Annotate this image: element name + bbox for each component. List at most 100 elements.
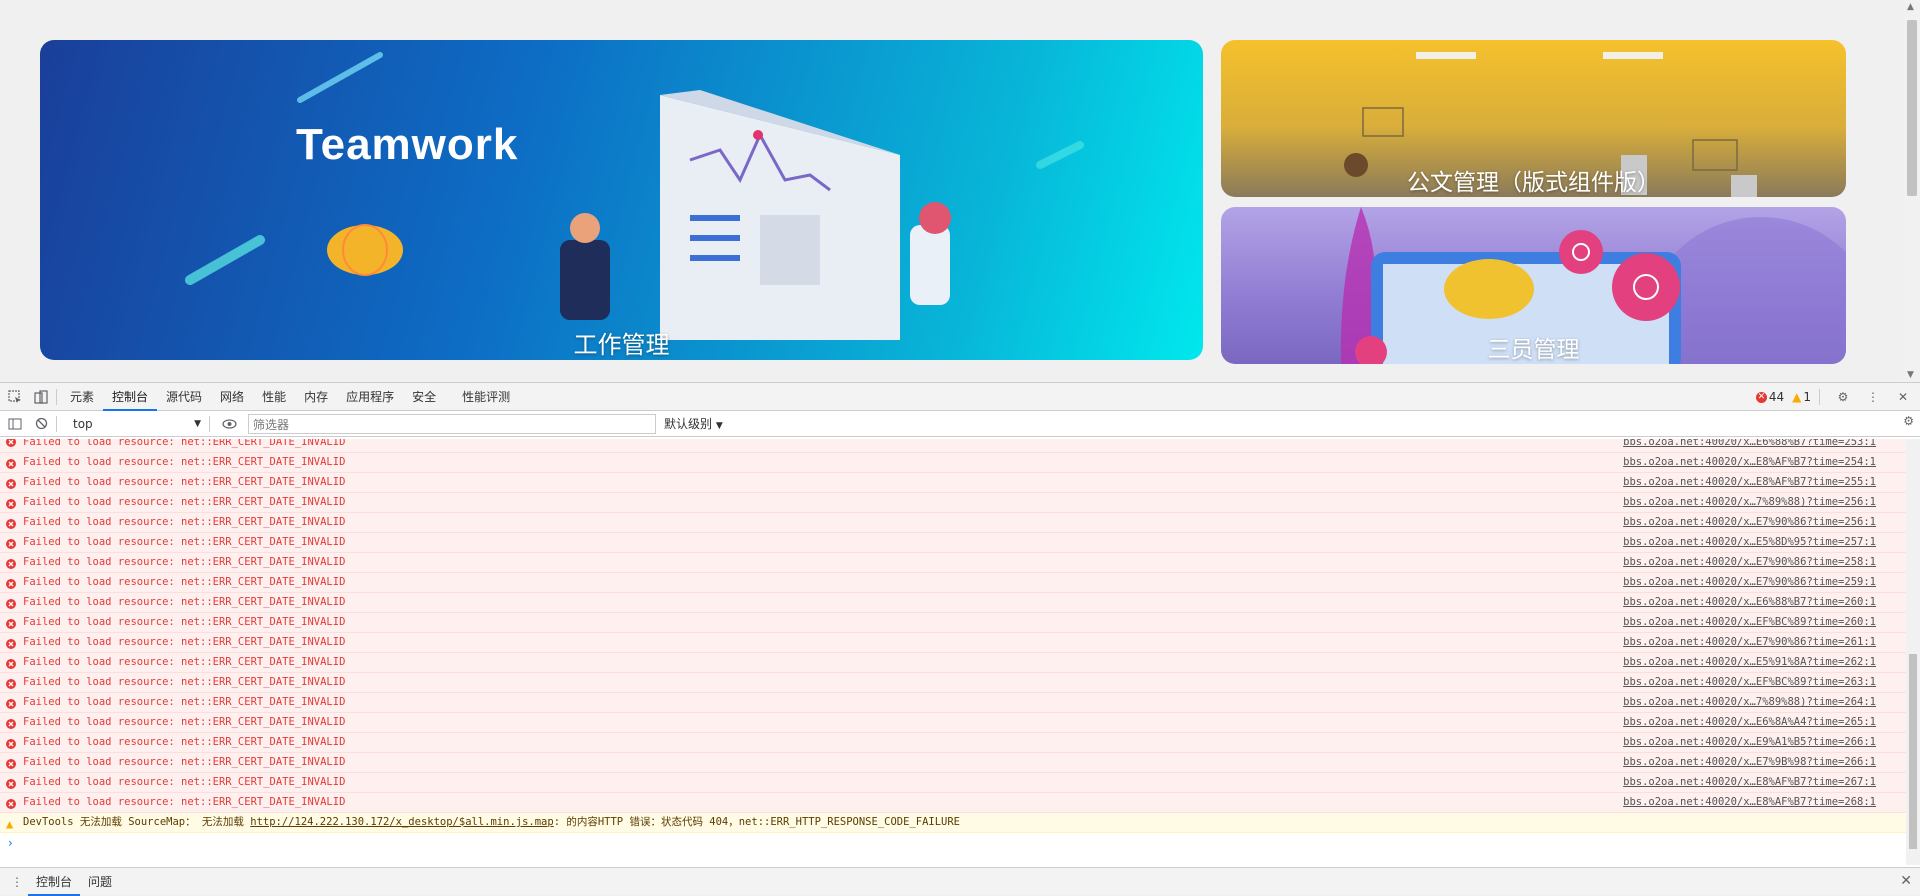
warning-icon: ▲ [1792, 390, 1802, 404]
toolbar-separator-2 [209, 415, 210, 432]
console-scrollbar-thumb[interactable] [1909, 654, 1917, 849]
right-separator [1819, 389, 1820, 405]
source-link[interactable]: bbs.o2oa.net:40020/x…E8%AF%B7?time=268:1 [1623, 793, 1876, 812]
console-scrollbar[interactable] [1906, 439, 1920, 865]
source-link[interactable]: bbs.o2oa.net:40020/x…E7%90%86?time=258:1 [1623, 553, 1876, 572]
tab-memory[interactable]: 内存 [295, 383, 337, 411]
warning-count: 1 [1803, 390, 1811, 404]
inspect-element-icon[interactable] [4, 386, 26, 408]
filter-input[interactable]: 筛选器 [248, 413, 656, 434]
console-error-row: Failed to load resource: net::ERR_CERT_D… [0, 753, 1906, 773]
devtools-panel: 元素 控制台 源代码 网络 性能 内存 应用程序 安全 性能评测 ✕ 44 ▲ … [0, 382, 1920, 896]
drawer-tab-issues[interactable]: 问题 [80, 868, 120, 896]
clear-console-icon[interactable] [30, 413, 52, 435]
source-link[interactable]: bbs.o2oa.net:40020/x…7%89%88)?time=264:1 [1623, 693, 1876, 712]
console-error-row: Failed to load resource: net::ERR_CERT_D… [0, 613, 1906, 633]
live-expression-eye-icon[interactable] [218, 413, 240, 435]
page-scrollbar-thumb[interactable] [1907, 20, 1917, 196]
source-link[interactable]: bbs.o2oa.net:40020/x…7%89%88)?time=256:1 [1623, 493, 1876, 512]
error-message-text: Failed to load resource: net::ERR_CERT_D… [23, 736, 346, 748]
error-message-text: Failed to load resource: net::ERR_CERT_D… [23, 776, 346, 788]
page-viewport: Teamwork 工作管理 公文管理（版式组件版） 三员管理 ▲ ▼ [0, 0, 1920, 382]
source-link[interactable]: bbs.o2oa.net:40020/x…E6%88%B7?time=260:1 [1623, 593, 1876, 612]
console-error-row: Failed to load resource: net::ERR_CERT_D… [0, 553, 1906, 573]
source-link[interactable]: bbs.o2oa.net:40020/x…E7%90%86?time=256:1 [1623, 513, 1876, 532]
warning-suffix: : 的内容HTTP 错误：状态代码 404，net::ERR_HTTP_RESP… [553, 816, 960, 828]
tab-elements[interactable]: 元素 [61, 383, 103, 411]
context-selector[interactable]: top ▼ [69, 414, 205, 434]
source-link[interactable]: bbs.o2oa.net:40020/x…E8%AF%B7?time=267:1 [1623, 773, 1876, 792]
warning-triangle-icon: ▲ [6, 817, 14, 831]
source-link[interactable]: bbs.o2oa.net:40020/x…EF%BC%89?time=260:1 [1623, 613, 1876, 632]
tab-performance[interactable]: 性能 [253, 383, 295, 411]
source-link[interactable]: bbs.o2oa.net:40020/x…EF%BC%89?time=263:1 [1623, 673, 1876, 692]
error-message-text: Failed to load resource: net::ERR_CERT_D… [23, 496, 346, 508]
error-message-text: Failed to load resource: net::ERR_CERT_D… [23, 456, 346, 468]
context-value: top [73, 416, 93, 431]
console-settings-gear-icon[interactable]: ⚙ [1903, 414, 1914, 428]
source-link[interactable]: bbs.o2oa.net:40020/x…E5%8D%95?time=257:1 [1623, 533, 1876, 552]
settings-gear-icon[interactable]: ⚙ [1832, 386, 1854, 408]
error-count-badge[interactable]: ✕ 44 [1755, 390, 1785, 404]
source-link[interactable]: bbs.o2oa.net:40020/x…E7%90%86?time=259:1 [1623, 573, 1876, 592]
error-count: 44 [1768, 390, 1785, 404]
tab-lighthouse[interactable]: 性能评测 [453, 383, 519, 411]
device-toolbar-icon[interactable] [30, 386, 52, 408]
error-message-text: Failed to load resource: net::ERR_CERT_D… [23, 656, 346, 668]
sourcemap-link[interactable]: http://124.222.130.172/x_desktop/$all.mi… [250, 816, 553, 828]
banner-work-management[interactable]: Teamwork 工作管理 [40, 40, 1203, 360]
console-error-row: Failed to load resource: net::ERR_CERT_D… [0, 533, 1906, 553]
banner-three-admin-management[interactable]: 三员管理 [1221, 207, 1846, 364]
console-error-row: Failed to load resource: net::ERR_CERT_D… [0, 573, 1906, 593]
error-message-text: Failed to load resource: net::ERR_CERT_D… [23, 616, 346, 628]
drawer-menu-icon[interactable]: ⋮ [6, 871, 28, 893]
warning-count-badge[interactable]: ▲ 1 [1792, 390, 1811, 404]
console-error-row: Failed to load resource: net::ERR_CERT_D… [0, 493, 1906, 513]
console-error-row: Failed to load resource: net::ERR_CERT_D… [0, 673, 1906, 693]
console-prompt[interactable]: › [0, 833, 1906, 853]
scroll-down-arrow-icon[interactable]: ▼ [1907, 370, 1914, 380]
source-link[interactable]: bbs.o2oa.net:40020/x…E8%AF%B7?time=254:1 [1623, 453, 1876, 472]
devtools-right-controls: ✕ 44 ▲ 1 ⚙ ⋮ ✕ [1755, 383, 1914, 411]
toolbar-separator [56, 415, 57, 432]
chevron-down-icon: ▼ [194, 418, 201, 429]
console-error-row: Failed to load resource: net::ERR_CERT_D… [0, 473, 1906, 493]
teamwork-illustration [185, 52, 1084, 340]
error-message-text: Failed to load resource: net::ERR_CERT_D… [23, 676, 346, 688]
drawer-close-icon[interactable]: ✕ [1900, 873, 1912, 889]
more-options-icon[interactable]: ⋮ [1862, 386, 1884, 408]
error-message-text: Failed to load resource: net::ERR_CERT_D… [23, 756, 346, 768]
tabbar-separator [56, 388, 57, 405]
console-error-row: Failed to load resource: net::ERR_CERT_D… [0, 439, 1906, 453]
console-error-row: Failed to load resource: net::ERR_CERT_D… [0, 653, 1906, 673]
source-link[interactable]: bbs.o2oa.net:40020/x…E6%88%B7?time=253:1 [1623, 439, 1876, 447]
error-message-text: Failed to load resource: net::ERR_CERT_D… [23, 576, 346, 588]
error-message-text: Failed to load resource: net::ERR_CERT_D… [23, 596, 346, 608]
source-link[interactable]: bbs.o2oa.net:40020/x…E5%91%8A?time=262:1 [1623, 653, 1876, 672]
page-scrollbar[interactable]: ▲ ▼ [1903, 0, 1920, 382]
console-error-row: Failed to load resource: net::ERR_CERT_D… [0, 453, 1906, 473]
tab-security[interactable]: 安全 [403, 383, 445, 411]
tab-network[interactable]: 网络 [211, 383, 253, 411]
banner-work-label: 工作管理 [573, 331, 670, 359]
prompt-chevron-icon: › [8, 836, 13, 850]
source-link[interactable]: bbs.o2oa.net:40020/x…E7%90%86?time=261:1 [1623, 633, 1876, 652]
source-link[interactable]: bbs.o2oa.net:40020/x…E9%A1%B5?time=266:1 [1623, 733, 1876, 752]
source-link[interactable]: bbs.o2oa.net:40020/x…E7%9B%98?time=266:1 [1623, 753, 1876, 772]
tab-application[interactable]: 应用程序 [337, 383, 403, 411]
log-level-selector[interactable]: 默认级别 ▼ [664, 415, 723, 432]
show-sidebar-icon[interactable] [4, 413, 26, 435]
close-devtools-icon[interactable]: ✕ [1892, 386, 1914, 408]
banner-document-management[interactable]: 公文管理（版式组件版） [1221, 40, 1846, 197]
source-link[interactable]: bbs.o2oa.net:40020/x…E6%8A%A4?time=265:1 [1623, 713, 1876, 732]
source-link[interactable]: bbs.o2oa.net:40020/x…E8%AF%B7?time=255:1 [1623, 473, 1876, 492]
scroll-up-arrow-icon[interactable]: ▲ [1907, 2, 1914, 12]
error-message-text: Failed to load resource: net::ERR_CERT_D… [23, 636, 346, 648]
error-message-text: Failed to load resource: net::ERR_CERT_D… [23, 439, 346, 448]
console-warning-row: ▲ DevTools 无法加载 SourceMap： 无法加载 http://12… [0, 813, 1906, 833]
drawer-tab-console[interactable]: 控制台 [28, 868, 81, 896]
error-message-text: Failed to load resource: net::ERR_CERT_D… [23, 796, 346, 808]
tab-sources[interactable]: 源代码 [157, 383, 211, 411]
devtools-drawer-bar: ⋮ 控制台 问题 ✕ [0, 867, 1920, 896]
tab-console[interactable]: 控制台 [103, 383, 158, 411]
